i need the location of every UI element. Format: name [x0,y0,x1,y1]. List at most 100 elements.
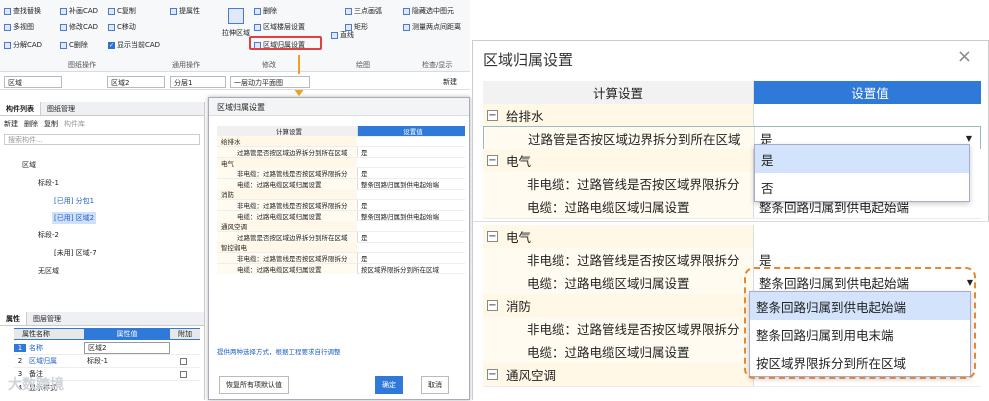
area-ownership-dialog-large: 区域归属设置 × 计算设置 设置值 − 给排水 过路管是否按区域边界拆分到所在区域… [472,40,989,401]
explode-cad-button[interactable]: 分解CAD [4,40,42,50]
cancel-button[interactable]: 取消 [421,376,449,394]
group-label: 消防 [506,299,532,314]
extract-attr-button[interactable]: 提属性 [170,6,200,16]
setting-label: 非电缆：过路管线是否按区域界限拆分 [217,168,357,179]
table-row[interactable]: 1 名称 区域2 [14,342,200,355]
stretch-area-button[interactable]: 拉伸区域 [222,8,250,38]
cad-delete-button[interactable]: C删除 [60,40,88,50]
multi-view-icon [4,23,11,31]
prop-value[interactable]: 标段-1 [84,356,170,366]
setting-label: 电缆：过路电缆区域归属设置 [217,178,357,189]
group-row[interactable]: 消防 [217,189,465,201]
setting-value[interactable]: 按区域界限拆分到所在区域 [357,263,465,274]
collapse-icon[interactable]: − [487,231,498,242]
restore-defaults-button[interactable]: 恢复所有项默认值 [219,376,289,394]
setting-label: 电缆：过路电缆区域归属设置 [483,340,753,363]
dropdown-option[interactable]: 否 [755,173,969,201]
tree-node[interactable]: 标段-2 [38,230,59,240]
setting-row[interactable]: 过路管是否按区域边界拆分到所在区域是 [217,146,465,158]
setting-label: 电缆：过路电缆区域归属设置 [483,271,753,294]
tree-node[interactable]: 标段-1 [38,178,59,188]
multi-view-button[interactable]: 多视图 [4,22,34,32]
setting-row[interactable]: 非电缆：过路管线是否按区域界限拆分是 [217,168,465,179]
setting-value[interactable]: 是 [357,252,465,263]
dropdown-option[interactable]: 是 [755,145,969,173]
area-select[interactable]: 区域2 [107,76,165,88]
move-button[interactable]: C移动 [108,22,136,32]
collapse-icon[interactable]: − [487,110,498,121]
group-label: 图纸操作 [68,61,96,69]
setting-row[interactable]: 过路管是否按区域边界拆分到所在区域是 [217,231,465,243]
area-floor-settings-button[interactable]: 区域楼层设置 [254,22,305,32]
prop-value[interactable]: 区域2 [84,342,170,354]
component-library-button[interactable]: 构件库 [64,119,85,129]
find-icon [4,7,11,15]
setting-label: 电缆：过路电缆区域归属设置 [217,263,357,274]
setting-row[interactable]: 电缆：过路电缆区域归属设置 整条回路归属到供电起始端 [217,178,465,190]
new-component-button[interactable]: 新建 [4,119,18,129]
setting-row[interactable]: 非电缆：过路管线是否按区域界限拆分是 [217,199,465,211]
collapse-icon[interactable]: − [487,155,498,166]
group-label: 电气 [506,154,532,169]
line-button[interactable]: 直线 [331,30,354,40]
search-input[interactable]: 搜索构件... [4,134,200,145]
setting-value[interactable]: 是 [357,199,465,210]
delete-component-button[interactable]: 删除 [24,119,38,129]
group-row[interactable]: − 电气 [483,225,981,249]
collapse-icon[interactable]: − [487,369,498,380]
measure-button[interactable]: 测量两点间距离 [403,22,461,32]
setting-value[interactable]: 是 [357,168,465,179]
checkbox-icon[interactable] [180,370,187,378]
setting-value[interactable]: 整条回路归属到供电起始端 [357,210,465,221]
drawing-select[interactable]: 一层动力平面图 [230,76,310,88]
setting-row[interactable]: 非电缆：过路管线是否按区域界限拆分是 [217,252,465,264]
col-setting: 计算设置 [276,127,302,136]
category-select[interactable]: 区域 [4,76,62,88]
chevron-down-icon: ▼ [965,133,972,143]
modify-cad-button[interactable]: 修改CAD [60,22,98,32]
group-row[interactable]: 给排水 [217,136,465,148]
setting-value[interactable]: 是 [357,146,465,157]
tab-layer-manager[interactable]: 图层管理 [27,312,67,325]
delete-button[interactable]: 删除 [254,6,277,16]
collapse-icon[interactable]: − [487,300,498,311]
close-icon[interactable]: × [957,46,972,67]
find-replace-button[interactable]: 查找替换 [4,6,41,16]
settings-table: 计算设置 设置值 给排水 过路管是否按区域边界拆分到所在区域是电气 非电缆：过路管线… [217,125,465,275]
checkbox-checked-icon: ✓ [108,41,115,49]
pen-icon [60,7,67,15]
tab-properties[interactable]: 属性 [0,312,27,325]
tree-node[interactable]: 无区域 [38,266,59,276]
arc-button[interactable]: 三点画弧 [345,6,382,16]
new-button[interactable]: 新建 [440,76,470,88]
setting-row[interactable]: 电缆：过路电缆区域归属设置 按区域界限拆分到所在区域 [217,263,465,275]
tab-component-list[interactable]: 构件列表 [0,102,41,115]
hide-selected-button[interactable]: 隐藏选中图元 [403,6,454,16]
draw-cad-button[interactable]: 补画CAD [60,6,98,16]
ribbon-toolbar: 查找替换 补画CAD C复制 提属性 删除 三点画弧 隐藏选中图元 多视图 修改… [0,0,470,72]
setting-value[interactable]: 整条回路归属到供电起始端 [357,178,465,189]
setting-value[interactable]: 是 [357,231,465,242]
layer-select[interactable]: 分层1 [170,76,226,88]
ok-button[interactable]: 确定 [375,376,403,394]
group-row[interactable]: 智控弱电 [217,242,465,254]
tab-drawing-manager[interactable]: 图纸管理 [41,102,81,115]
copy-component-button[interactable]: 复制 [44,119,58,129]
tree-node[interactable]: [未用] 区域-7 [54,248,97,258]
table-row[interactable]: 2 区域归属 标段-1 [14,355,200,368]
setting-row[interactable]: 电缆：过路电缆区域归属设置 整条回路归属到供电起始端 [217,210,465,222]
table-header: 计算设置 设置值 [483,81,981,105]
row-index: 1 [14,344,26,352]
tree-node[interactable]: [已用] 分包1 [54,196,94,206]
attr-icon [170,7,177,15]
setting-label: 非电缆：过路管线是否按区域界限拆分 [483,172,753,195]
tree-node[interactable]: 区域 [22,160,36,170]
group-row[interactable]: 电气 [217,157,465,169]
group-row[interactable]: − 给排水 [483,104,981,128]
checkbox-icon[interactable] [180,357,187,365]
copy-button[interactable]: C复制 [108,6,136,16]
table-header: 计算设置 设置值 [217,125,465,137]
group-row[interactable]: 通风空调 [217,221,465,232]
show-current-cad-toggle[interactable]: ✓ 显示当前CAD [108,40,160,50]
tree-node-selected[interactable]: [已用] 区域2 [52,212,97,224]
